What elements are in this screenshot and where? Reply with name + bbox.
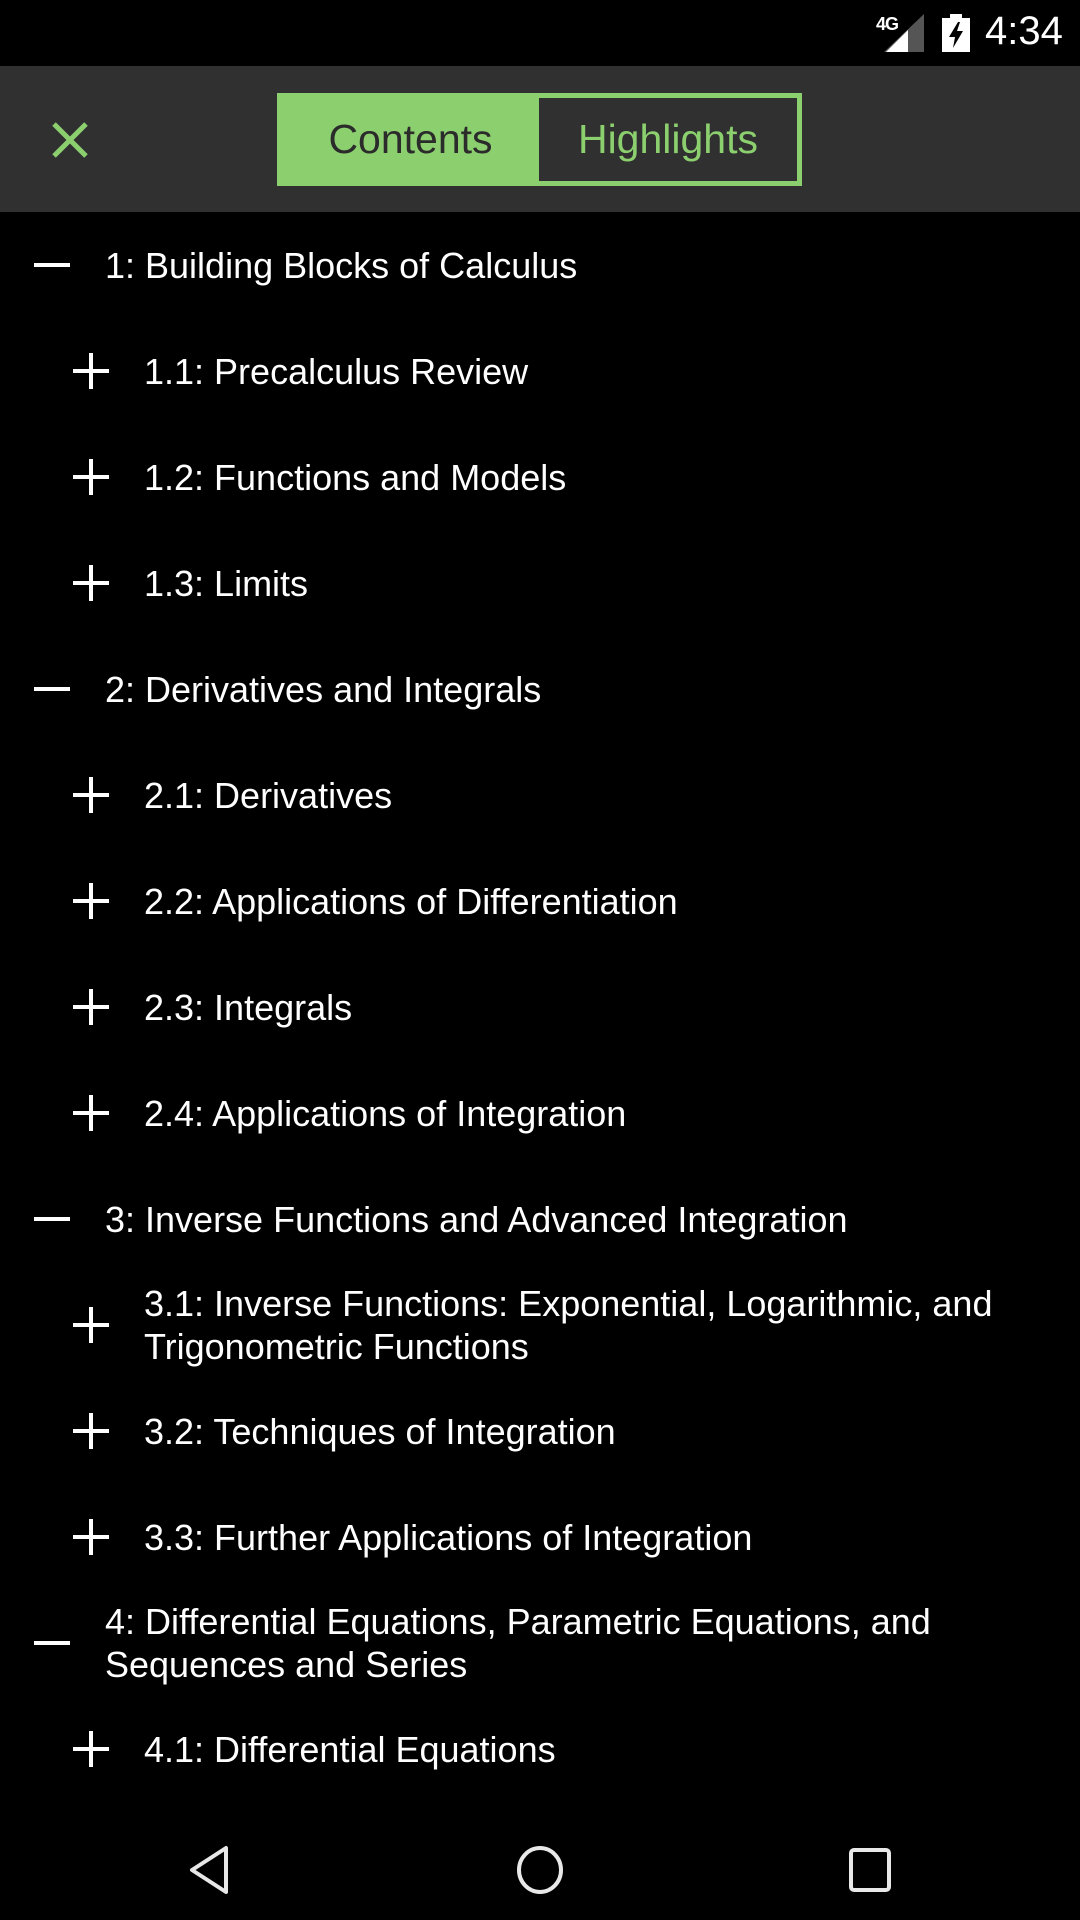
back-triangle-icon[interactable] <box>182 1844 242 1896</box>
plus-icon[interactable] <box>73 1519 109 1555</box>
plus-icon[interactable] <box>73 459 109 495</box>
status-bar: 4G 4:34 <box>0 0 1080 66</box>
toc-item-label: 1.2: Functions and Models <box>144 456 567 498</box>
tab-highlights[interactable]: Highlights <box>539 98 797 181</box>
plus-icon[interactable] <box>73 777 109 813</box>
toc-section[interactable]: 2.4: Applications of Integration <box>0 1060 1080 1166</box>
view-toggle: Contents Highlights <box>277 93 802 186</box>
toc-item-label: 4: Differential Equations, Parametric Eq… <box>105 1601 931 1685</box>
battery-charging-icon <box>942 14 970 52</box>
toc-section[interactable]: 1.3: Limits <box>0 530 1080 636</box>
toc-section[interactable]: 3.1: Inverse Functions: Exponential, Log… <box>0 1272 1080 1378</box>
toc-item-label: 3.3: Further Applications of Integration <box>144 1516 753 1558</box>
system-nav-bar <box>0 1820 1080 1920</box>
contents-list: 1: Building Blocks of Calculus 1.1: Prec… <box>0 212 1080 1802</box>
close-icon[interactable] <box>44 114 96 166</box>
toc-chapter[interactable]: 2: Derivatives and Integrals <box>0 636 1080 742</box>
plus-icon[interactable] <box>73 353 109 389</box>
toc-section[interactable]: 2.2: Applications of Differentiation <box>0 848 1080 954</box>
toc-item-label: 1: Building Blocks of Calculus <box>105 244 578 286</box>
plus-icon[interactable] <box>73 1731 109 1767</box>
toc-item-label: 3: Inverse Functions and Advanced Integr… <box>105 1198 848 1240</box>
home-circle-icon[interactable] <box>510 1844 570 1896</box>
toc-item-label: 2: Derivatives and Integrals <box>105 668 542 710</box>
plus-icon[interactable] <box>73 883 109 919</box>
toc-item-label: 2.3: Integrals <box>144 986 353 1028</box>
toc-item-label: 2.2: Applications of Differentiation <box>144 880 678 922</box>
toc-item-label: 1.1: Precalculus Review <box>144 350 529 392</box>
plus-icon[interactable] <box>73 1307 109 1343</box>
toc-section[interactable]: 3.3: Further Applications of Integration <box>0 1484 1080 1590</box>
toc-section[interactable]: 3.2: Techniques of Integration <box>0 1378 1080 1484</box>
clock: 4:34 <box>985 9 1063 53</box>
minus-icon[interactable] <box>34 1201 70 1237</box>
toc-section[interactable]: 4.1: Differential Equations <box>0 1696 1080 1802</box>
toc-item-label: 3.2: Techniques of Integration <box>144 1410 616 1452</box>
toolbar: Contents Highlights <box>0 66 1080 212</box>
plus-icon[interactable] <box>73 1413 109 1449</box>
plus-icon[interactable] <box>73 1095 109 1131</box>
toc-item-label: 2.4: Applications of Integration <box>144 1092 627 1134</box>
signal-icon <box>884 14 924 52</box>
minus-icon[interactable] <box>34 247 70 283</box>
tab-contents[interactable]: Contents <box>282 98 539 181</box>
toc-section[interactable]: 2.1: Derivatives <box>0 742 1080 848</box>
minus-icon[interactable] <box>34 671 70 707</box>
toc-section[interactable]: 2.3: Integrals <box>0 954 1080 1060</box>
plus-icon[interactable] <box>73 565 109 601</box>
minus-icon[interactable] <box>34 1625 70 1661</box>
plus-icon[interactable] <box>73 989 109 1025</box>
toc-item-label: 4.1: Differential Equations <box>144 1728 556 1770</box>
toc-chapter[interactable]: 1: Building Blocks of Calculus <box>0 212 1080 318</box>
toc-item-label: 1.3: Limits <box>144 562 309 604</box>
toc-chapter[interactable]: 4: Differential Equations, Parametric Eq… <box>0 1590 1080 1696</box>
recents-square-icon[interactable] <box>840 1844 900 1896</box>
toc-section[interactable]: 1.1: Precalculus Review <box>0 318 1080 424</box>
toc-section[interactable]: 1.2: Functions and Models <box>0 424 1080 530</box>
toc-item-label: 2.1: Derivatives <box>144 774 393 816</box>
toc-chapter[interactable]: 3: Inverse Functions and Advanced Integr… <box>0 1166 1080 1272</box>
toc-item-label: 3.1: Inverse Functions: Exponential, Log… <box>144 1283 993 1367</box>
